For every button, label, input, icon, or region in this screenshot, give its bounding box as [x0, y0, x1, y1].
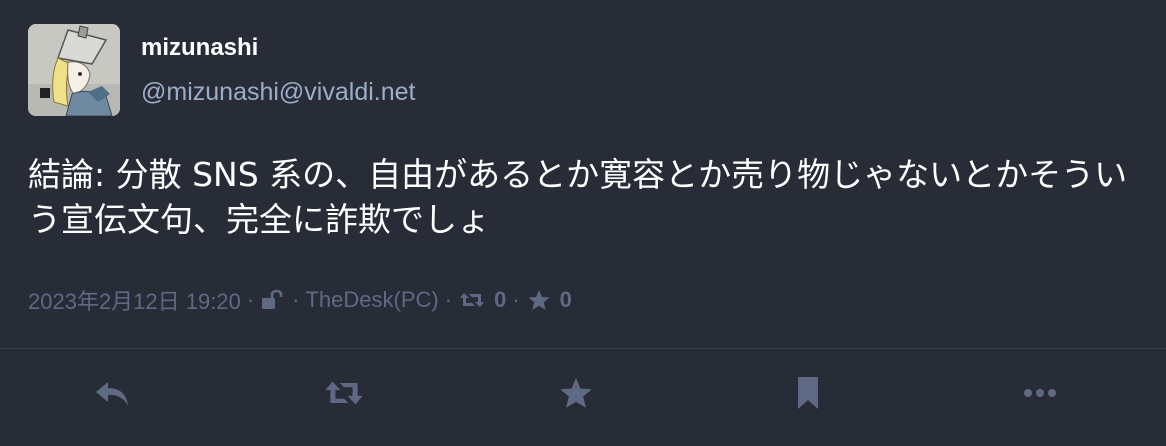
account-handle[interactable]: @mizunashi@vivaldi.net [141, 78, 415, 107]
reply-button[interactable] [93, 375, 133, 415]
status-content: 結論: 分散 SNS 系の、自由があるとか寛容とか売り物じゃないとかそういう宣伝… [28, 155, 1128, 239]
display-name[interactable]: mizunashi [141, 34, 258, 62]
meta-separator: · [512, 287, 520, 312]
retweet-icon [324, 377, 364, 414]
status-meta: 2023年2月12日 19:20 · · TheDesk(PC) · 0 · 0 [28, 284, 572, 316]
application-name[interactable]: TheDesk(PC) [305, 287, 438, 313]
favourite-count: 0 [559, 287, 572, 312]
avatar[interactable] [28, 24, 120, 116]
avatar-image [28, 24, 120, 116]
reblog-count: 0 [494, 287, 507, 312]
boost-button[interactable] [324, 375, 364, 415]
bookmark-icon [794, 375, 822, 416]
retweet-icon [458, 289, 486, 311]
unlock-icon [260, 289, 286, 311]
more-button[interactable] [1020, 375, 1060, 415]
star-icon [558, 375, 594, 416]
reply-icon [94, 376, 132, 415]
status-card: mizunashi @mizunashi@vivaldi.net 結論: 分散 … [0, 0, 1166, 446]
ellipsis-icon [1022, 386, 1058, 404]
favourite-button[interactable] [556, 375, 596, 415]
meta-separator: · [246, 287, 255, 312]
star-icon [526, 288, 552, 312]
meta-separator: · [292, 287, 300, 312]
action-bar [0, 349, 1166, 446]
meta-separator: · [444, 287, 453, 312]
timestamp[interactable]: 2023年2月12日 19:20 [28, 284, 241, 316]
bookmark-button[interactable] [788, 375, 828, 415]
